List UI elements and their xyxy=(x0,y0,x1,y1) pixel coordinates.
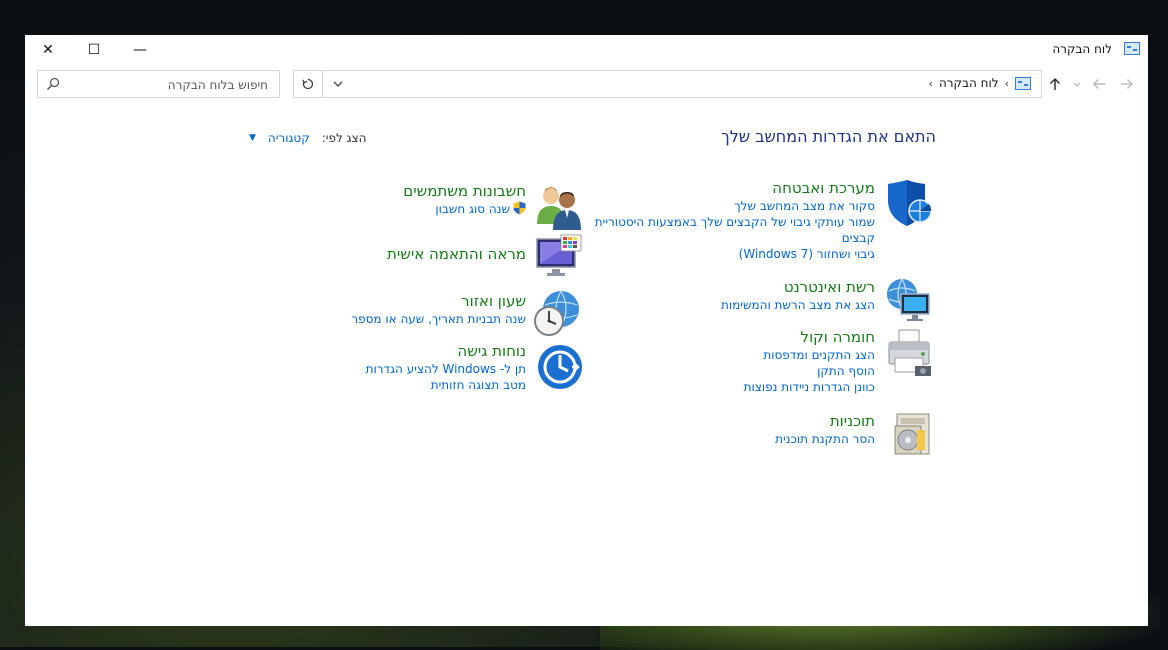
forward-button[interactable] xyxy=(1117,73,1137,95)
close-button[interactable]: ✕ xyxy=(25,35,71,65)
chevron-down-icon xyxy=(333,81,343,87)
category-ease-of-access: נוחות גישה תן ל- Windows להציע הגדרות מט… xyxy=(266,341,526,393)
address-dropdown-button[interactable] xyxy=(324,71,352,97)
category-title-ease-of-access[interactable]: נוחות גישה xyxy=(266,341,526,361)
recent-locations-button[interactable] xyxy=(1067,73,1087,95)
category-title-appearance[interactable]: מראה והתאמה אישית xyxy=(266,244,526,264)
control-panel-window: ✕ ☐ — לוח הבקרה › לוח הבקרה › xyxy=(25,35,1148,626)
arrow-up-icon xyxy=(1049,77,1061,90)
category-clock-region: שעון ואזור שנה תבניות תאריך, שעה או מספר xyxy=(266,291,526,327)
arrow-right-icon xyxy=(1121,78,1134,90)
category-title-hardware-sound[interactable]: חומרה וקול xyxy=(575,327,875,347)
view-by: הצג לפי: קטגוריה ▼ xyxy=(249,131,367,145)
shield-icon[interactable] xyxy=(885,180,933,228)
link-network-status[interactable]: הצג את מצב הרשת והמשימות xyxy=(575,297,875,313)
link-change-account-type-label[interactable]: שנה סוג חשבון xyxy=(435,202,510,216)
programs-icon[interactable] xyxy=(887,410,935,458)
up-button[interactable] xyxy=(1045,73,1065,95)
link-add-device[interactable]: הוסף התקן xyxy=(575,363,875,379)
breadcrumb-separator[interactable]: › xyxy=(929,77,933,90)
search-box[interactable] xyxy=(37,70,280,98)
category-title-clock-region[interactable]: שעון ואזור xyxy=(266,291,526,311)
uac-shield-icon xyxy=(513,201,526,215)
link-review-status[interactable]: סקור את מצב המחשב שלך xyxy=(575,198,875,214)
category-programs: תוכניות הסר התקנת תוכנית xyxy=(575,411,875,447)
breadcrumb-item-control-panel[interactable]: לוח הבקרה xyxy=(939,76,999,90)
category-user-accounts: חשבונות משתמשים שנה סוג חשבון xyxy=(266,181,526,217)
ease-of-access-icon[interactable] xyxy=(536,343,584,391)
appearance-monitor-icon[interactable] xyxy=(535,233,583,281)
refresh-button[interactable] xyxy=(294,71,323,97)
link-devices-printers[interactable]: הצג התקנים ומדפסות xyxy=(575,347,875,363)
refresh-icon xyxy=(302,78,314,90)
caret-down-icon[interactable]: ▼ xyxy=(249,133,256,143)
page-title: התאם את הגדרות המחשב שלך xyxy=(721,127,936,146)
breadcrumb-separator[interactable]: › xyxy=(1005,77,1009,90)
category-title-user-accounts[interactable]: חשבונות משתמשים xyxy=(266,181,526,201)
link-backup-restore[interactable]: גיבוי ושחזור (Windows 7) xyxy=(575,246,875,262)
link-optimize-visual-display[interactable]: מטב תצוגה חזותית xyxy=(266,377,526,393)
address-bar[interactable]: › לוח הבקרה › xyxy=(293,70,1042,98)
maximize-button[interactable]: ☐ xyxy=(71,35,117,65)
category-hardware-sound: חומרה וקול הצג התקנים ומדפסות הוסף התקן … xyxy=(575,327,875,395)
link-mobility-settings[interactable]: כוונן הגדרות ניידות נפוצות xyxy=(575,379,875,395)
breadcrumb: › לוח הבקרה › xyxy=(929,76,1031,90)
network-globe-icon[interactable] xyxy=(885,277,933,325)
search-icon[interactable] xyxy=(46,77,60,91)
link-uninstall-program[interactable]: הסר התקנת תוכנית xyxy=(575,431,875,447)
view-by-label: הצג לפי: xyxy=(321,131,367,145)
title-bar: ✕ ☐ — לוח הבקרה xyxy=(25,35,1148,65)
printer-icon[interactable] xyxy=(885,328,933,376)
link-let-windows-suggest[interactable]: תן ל- Windows להציע הגדרות xyxy=(266,361,526,377)
category-title-system-security[interactable]: מערכת ואבטחה xyxy=(575,178,875,198)
search-input[interactable] xyxy=(66,74,270,96)
category-appearance: מראה והתאמה אישית xyxy=(266,244,526,264)
control-panel-icon xyxy=(1015,76,1031,90)
control-panel-icon xyxy=(1124,42,1140,55)
category-title-programs[interactable]: תוכניות xyxy=(575,411,875,431)
window-title: לוח הבקרה xyxy=(1052,42,1112,56)
back-button[interactable] xyxy=(1089,73,1109,95)
arrow-left-icon xyxy=(1092,78,1105,90)
category-network-internet: רשת ואינטרנט הצג את מצב הרשת והמשימות xyxy=(575,277,875,313)
chevron-down-icon xyxy=(1073,82,1081,87)
user-accounts-icon[interactable] xyxy=(535,184,583,232)
link-file-history[interactable]: שמור עותקי גיבוי של הקבצים שלך באמצעות ה… xyxy=(575,214,875,246)
link-change-date-time-formats[interactable]: שנה תבניות תאריך, שעה או מספר xyxy=(266,311,526,327)
minimize-button[interactable]: — xyxy=(117,35,163,65)
category-title-network-internet[interactable]: רשת ואינטרנט xyxy=(575,277,875,297)
link-change-account-type[interactable]: שנה סוג חשבון xyxy=(266,201,526,217)
clock-globe-icon[interactable] xyxy=(533,289,581,337)
view-by-dropdown[interactable]: קטגוריה xyxy=(268,131,310,145)
category-system-security: מערכת ואבטחה סקור את מצב המחשב שלך שמור … xyxy=(575,178,875,262)
